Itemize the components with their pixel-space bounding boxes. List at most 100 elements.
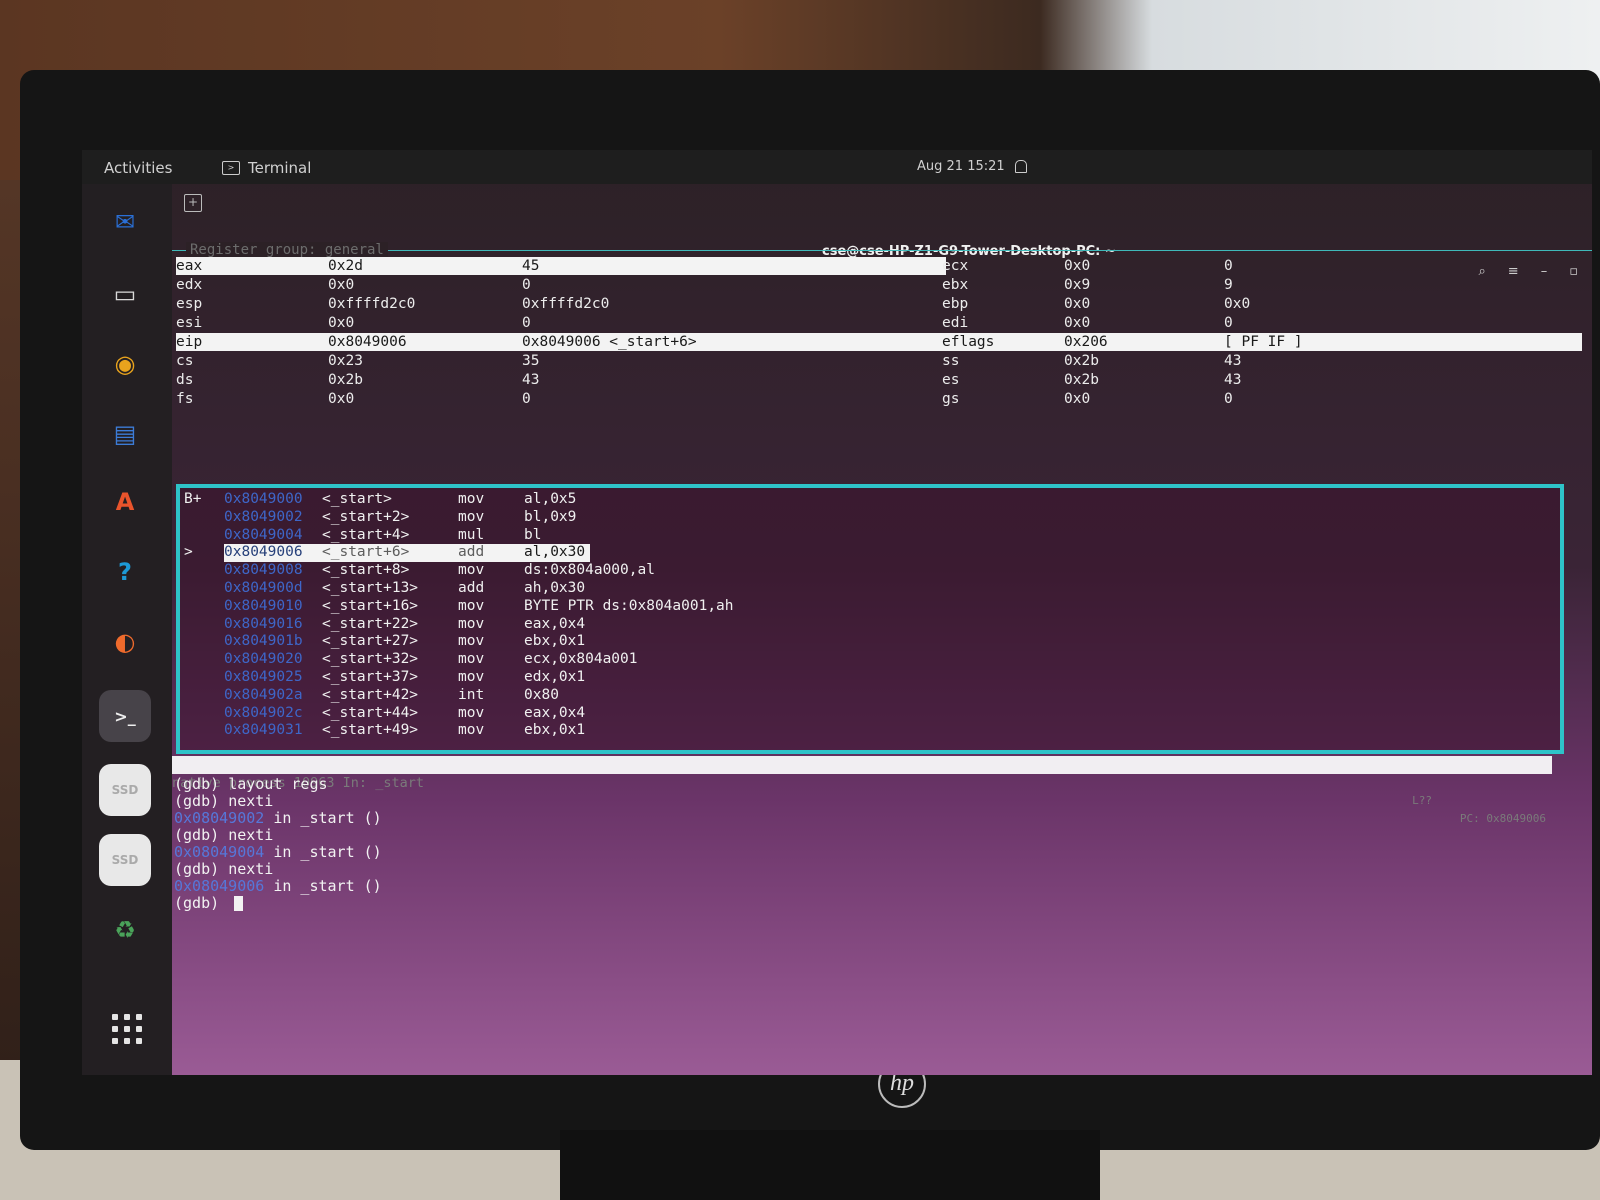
disasm-row[interactable]: 0x8049020 <_start+32> mov ecx,0x804a001: [180, 651, 1550, 669]
register-row-eax: eax 0x2d 45: [176, 257, 946, 275]
disasm-symbol: <_start+37>: [322, 669, 419, 685]
register-natural-value: 0: [522, 315, 531, 331]
bell-icon: [1014, 160, 1027, 173]
disasm-operands: ebx,0x1: [524, 722, 586, 739]
disasm-operands: ebx,0x1: [524, 633, 586, 650]
gdb-status-bar: native process 10963 In: _start L?? PC: …: [172, 756, 1552, 825]
register-name: ecx: [942, 258, 969, 274]
terminal-icon: >: [222, 161, 240, 175]
dock-software-center-icon[interactable]: A: [99, 476, 151, 528]
disasm-row[interactable]: 0x804902c <_start+44> mov eax,0x4: [180, 705, 1550, 723]
disasm-row[interactable]: 0x804901b <_start+27> mov ebx,0x1: [180, 633, 1550, 651]
register-name: eflags: [942, 334, 995, 350]
disasm-operands: BYTE PTR ds:0x804a001,ah: [524, 597, 734, 614]
register-row-ebp: ebp 0x0 0x0: [942, 295, 1582, 313]
disasm-symbol: <_start+42>: [322, 686, 419, 703]
disasm-operands: eax,0x4: [524, 704, 586, 721]
register-hex-value: 0x0: [1064, 296, 1091, 312]
register-name: cs: [176, 353, 194, 369]
dock-ssd-drive-1-icon[interactable]: SSD: [99, 764, 151, 816]
dock-libreoffice-writer-icon[interactable]: ▤: [99, 408, 151, 460]
dock-files-icon[interactable]: ▭: [99, 268, 151, 320]
register-natural-value: 43: [522, 372, 540, 388]
disasm-operands: ecx,0x804a001: [524, 651, 638, 668]
console-text: layout regs: [228, 775, 328, 793]
dock: ✉ ▭ ◉ ▤ A? ◐ >_ SSD SSD ♻: [82, 184, 172, 1075]
text-cursor[interactable]: [234, 896, 244, 911]
disasm-symbol: <_start+49>: [322, 722, 419, 739]
register-hex-value: 0x206: [1064, 334, 1108, 350]
register-row-es: es 0x2b 43: [942, 371, 1582, 389]
register-row-esi: esi 0x0 0: [176, 314, 946, 332]
console-line: 0x08049004 in _start (): [174, 844, 1554, 861]
disasm-address: 0x8049031: [224, 722, 303, 739]
register-natural-value: 35: [522, 353, 540, 369]
screen: Activities > Terminal Aug 21 15:21 ✉ ▭ ◉ ▤ A…: [82, 150, 1592, 1075]
disasm-row[interactable]: 0x8049010 <_start+16> mov BYTE PTR ds:0x804…: [180, 598, 1550, 616]
register-hex-value: 0x0: [1064, 315, 1091, 331]
disasm-row[interactable]: 0x804902a <_start+42> int 0x80: [180, 687, 1550, 705]
clock[interactable]: Aug 21 15:21: [917, 159, 1027, 174]
register-hex-value: 0x0: [328, 391, 355, 407]
disasm-operands: ds:0x804a000,al: [524, 562, 655, 579]
register-natural-value: 0x8049006 <_start+6>: [522, 334, 697, 350]
disasm-address: 0x8049025: [224, 669, 303, 685]
dock-trash-icon[interactable]: ♻: [99, 904, 151, 956]
show-apps-grid-icon[interactable]: [112, 1014, 142, 1044]
disasm-address: 0x8049004: [224, 526, 303, 543]
register-hex-value: 0x2d: [328, 258, 363, 274]
disasm-symbol: <_start+44>: [322, 704, 419, 721]
register-name: gs: [942, 391, 960, 407]
register-natural-value: 0: [1224, 315, 1233, 331]
disasm-row[interactable]: 0x8049025 <_start+37> mov edx,0x1: [180, 669, 1550, 687]
disasm-opcode: add: [458, 544, 485, 562]
disasm-address: 0x804902c: [224, 704, 303, 721]
register-row-ss: ss 0x2b 43: [942, 352, 1582, 370]
dock-terminal-icon[interactable]: >_: [99, 690, 151, 742]
register-hex-value: 0x9: [1064, 277, 1091, 293]
disasm-row[interactable]: 0x8049002 <_start+2> mov bl,0x9: [180, 509, 1550, 527]
register-name: esi: [176, 315, 203, 331]
register-natural-value: 43: [1224, 372, 1242, 388]
disasm-address: 0x8049006: [224, 544, 303, 562]
dock-help-icon[interactable]: ?: [99, 546, 151, 598]
disasm-marker: B+: [184, 491, 202, 507]
console-address: 0x08049006: [174, 877, 265, 895]
gdb-console[interactable]: (gdb) layout regs (gdb) nexti 0x08049002 i…: [174, 776, 1554, 912]
disasm-symbol: <_start+4>: [322, 526, 410, 543]
disasm-row[interactable]: 0x8049008 <_start+8> mov ds:0x804a000,al: [180, 562, 1550, 580]
dock-firefox-icon[interactable]: ◐: [99, 616, 151, 668]
disasm-address: 0x8049002: [224, 508, 303, 525]
gdb-prompt: (gdb): [174, 775, 229, 793]
app-menu-terminal[interactable]: > Terminal: [222, 159, 311, 177]
new-tab-icon[interactable]: +: [184, 194, 202, 212]
disasm-row[interactable]: B+ 0x8049000 <_start> mov al,0x5: [180, 491, 1550, 509]
disasm-row[interactable]: 0x8049016 <_start+22> mov eax,0x4: [180, 616, 1550, 634]
dock-thunderbird-icon[interactable]: ✉: [99, 196, 151, 248]
disasm-row[interactable]: >0x8049006 <_start+6> add al,0x30: [180, 544, 1550, 562]
register-name: edi: [942, 315, 969, 331]
console-address: 0x08049002: [174, 809, 265, 827]
dock-ssd-drive-2-icon[interactable]: SSD: [99, 834, 151, 886]
disasm-symbol: <_start+16>: [322, 597, 419, 614]
console-line: 0x08049002 in _start (): [174, 810, 1554, 827]
activities-button[interactable]: Activities: [104, 159, 172, 177]
register-hex-value: 0x2b: [328, 372, 363, 388]
gdb-prompt: (gdb): [174, 860, 229, 878]
dock-rhythmbox-icon[interactable]: ◉: [99, 338, 151, 390]
console-text: in _start (): [264, 877, 382, 895]
terminal-window[interactable]: + cse@cse-HP-Z1-G9-Tower-Desktop-PC: ~ ⌕…: [172, 184, 1592, 1075]
register-row-fs: fs 0x0 0: [176, 390, 946, 408]
register-name: eip: [176, 334, 203, 350]
disasm-opcode: mov: [458, 562, 485, 579]
register-natural-value: 0x0: [1224, 296, 1251, 312]
register-hex-value: 0x2b: [1064, 372, 1099, 388]
disasm-opcode: mov: [458, 615, 485, 632]
disasm-opcode: mov: [458, 704, 485, 721]
disasm-row[interactable]: 0x8049004 <_start+4> mul bl: [180, 527, 1550, 545]
register-hex-value: 0xffffd2c0: [328, 296, 416, 312]
register-row-gs: gs 0x0 0: [942, 390, 1582, 408]
disasm-row[interactable]: 0x804900d <_start+13> add ah,0x30: [180, 580, 1550, 598]
disasm-row[interactable]: 0x8049031 <_start+49> mov ebx,0x1: [180, 722, 1550, 740]
gdb-prompt: (gdb): [174, 826, 229, 844]
